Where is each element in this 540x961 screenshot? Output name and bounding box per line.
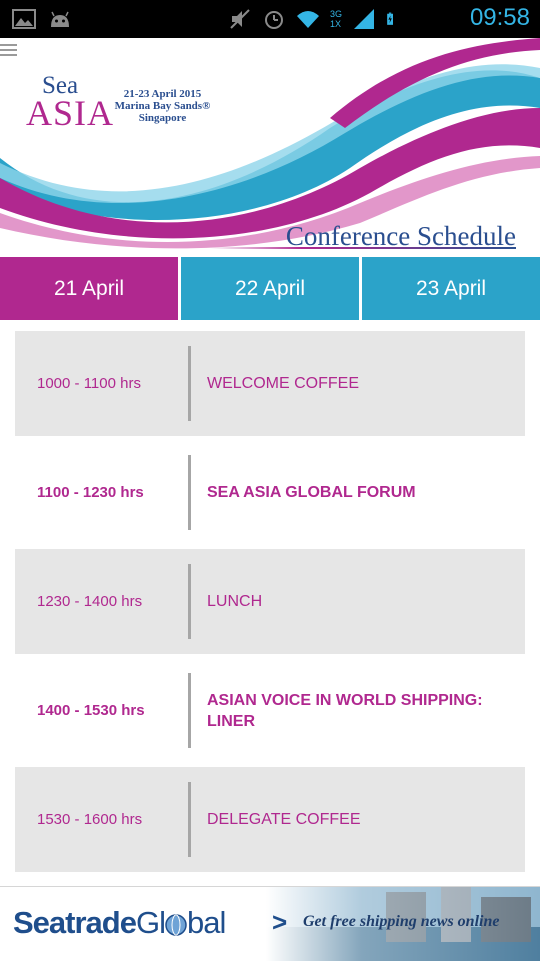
image-icon [12, 9, 36, 29]
ad-tagline: Get free shipping news online [303, 913, 500, 930]
row-divider [188, 782, 191, 857]
event-venue: Marina Bay Sands® [114, 100, 211, 112]
logo-asia: ASIA [26, 93, 115, 133]
session-time: 1230 - 1400 hrs [37, 593, 143, 610]
row-divider [188, 455, 191, 530]
event-city: Singapore [138, 112, 187, 124]
event-dates: 21-23 April 2015 [123, 88, 202, 100]
session-time: 1000 - 1100 hrs [37, 375, 141, 392]
status-time: 09:58 [469, 4, 530, 31]
signal-icon [354, 9, 374, 29]
schedule-row[interactable]: 1000 - 1100 hrs WELCOME COFFEE [15, 331, 525, 436]
row-divider [188, 346, 191, 421]
tab-22-april[interactable]: 22 April [181, 257, 359, 320]
brand-bold: Seatrade [13, 905, 137, 940]
alarm-icon [264, 11, 283, 29]
battery-icon [387, 12, 393, 25]
android-icon [51, 11, 69, 27]
session-title: DELEGATE COFFEE [207, 811, 361, 828]
globe-icon [165, 914, 187, 936]
network-type: 3G 1X [329, 9, 342, 29]
date-tabs: 21 April 22 April 23 April [0, 257, 540, 320]
tab-21-april[interactable]: 21 April [0, 257, 178, 320]
session-time: 1100 - 1230 hrs [37, 484, 144, 501]
footer-ad-banner[interactable]: SeatradeGl bal > Get free shipping news o… [0, 886, 540, 961]
session-title: SEA ASIA GLOBAL FORUM [207, 484, 416, 501]
chevron-right-icon: > [272, 907, 288, 937]
title-underline [210, 247, 516, 249]
event-info: 21-23 April 2015 Marina Bay Sands® Singa… [110, 88, 215, 124]
status-bar: 3G 1X 09:58 [0, 0, 540, 38]
row-divider [188, 673, 191, 748]
brand-light: Gl [135, 905, 166, 940]
mute-icon [230, 9, 250, 29]
session-title: LUNCH [207, 593, 263, 610]
menu-icon[interactable] [0, 44, 17, 58]
session-time: 1400 - 1530 hrs [37, 702, 145, 719]
session-title: ASIAN VOICE IN WORLD SHIPPING: LINER [207, 691, 483, 730]
schedule-row[interactable]: 1230 - 1400 hrs LUNCH [15, 549, 525, 654]
brand-end: bal [186, 905, 226, 940]
schedule-row[interactable]: 1100 - 1230 hrs SEA ASIA GLOBAL FORUM [15, 440, 525, 545]
schedule-row[interactable]: 1400 - 1530 hrs ASIAN VOICE IN WORLD SHI… [15, 658, 525, 763]
session-time: 1530 - 1600 hrs [37, 811, 143, 828]
schedule-row[interactable]: 1530 - 1600 hrs DELEGATE COFFEE [15, 767, 525, 872]
row-divider [188, 564, 191, 639]
seatrade-global-logo: SeatradeGl bal [13, 905, 226, 941]
tab-23-april[interactable]: 23 April [362, 257, 540, 320]
session-title: WELCOME COFFEE [207, 375, 360, 392]
wifi-icon [296, 11, 319, 28]
